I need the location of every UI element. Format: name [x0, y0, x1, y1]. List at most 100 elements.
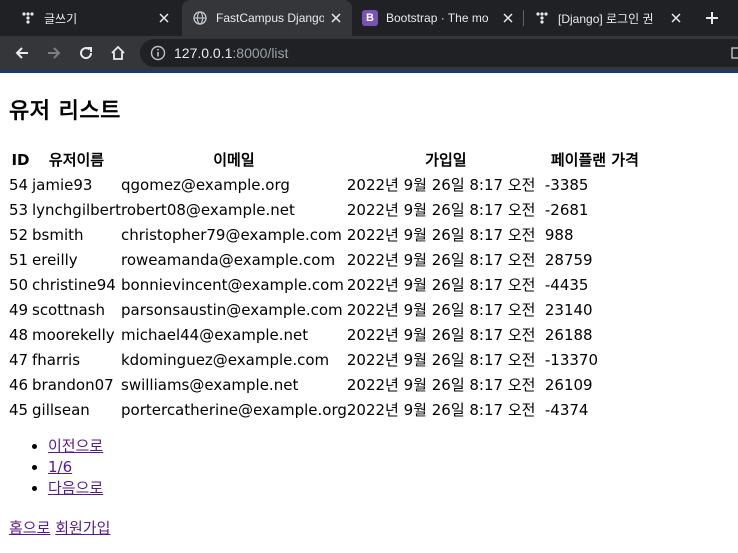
- cell-username: gillsean: [32, 400, 90, 419]
- back-button[interactable]: [10, 41, 34, 65]
- tab-separator: [523, 10, 524, 26]
- cell-username: lynchgilbert: [32, 200, 121, 219]
- user-table: ID 유저이름 이메일 가입일 페이플랜 가격 54 jamie93 qgomez@…: [9, 147, 645, 422]
- cell-username: jamie93: [32, 175, 93, 194]
- cell-id: 52: [9, 225, 29, 244]
- cell-payplan-price: 23140: [544, 300, 593, 319]
- cell-payplan-price: 26109: [544, 375, 593, 394]
- tab-django-login[interactable]: [Django] 로그인 권: [526, 0, 692, 36]
- cell-id: 47: [9, 350, 29, 369]
- cell-username: ereilly: [32, 250, 78, 269]
- cell-email: michael44@example.net: [121, 325, 309, 344]
- table-row: 54 jamie93 qgomez@example.org 2022년 9월 26일 …: [9, 172, 645, 197]
- cell-joined: 2022년 9월 26일 8:17 오전: [346, 326, 536, 344]
- table-row: 46 brandon07 swilliams@example.net 2022년 9월…: [9, 372, 645, 397]
- cell-joined: 2022년 9월 26일 8:17 오전: [346, 176, 536, 194]
- tab-write[interactable]: 글쓰기: [8, 0, 180, 36]
- install-app-icon[interactable]: [726, 41, 738, 65]
- tab-bootstrap[interactable]: B Bootstrap · The mo: [354, 0, 524, 36]
- tistory-icon: [20, 10, 36, 26]
- table-row: 52 bsmith christopher79@example.com 2022년 9…: [9, 222, 645, 247]
- tab-title: 글쓰기: [44, 11, 78, 26]
- tab-title: FastCampus Django: [216, 11, 324, 25]
- address-bar[interactable]: 127.0.0.1:8000/list: [140, 39, 738, 67]
- cell-email: qgomez@example.org: [121, 175, 290, 194]
- column-header-username: 유저이름: [48, 151, 105, 169]
- cell-payplan-price: -4374: [544, 400, 589, 419]
- reload-button[interactable]: [74, 41, 98, 65]
- url-path: :8000/list: [232, 45, 289, 61]
- close-icon[interactable]: [156, 10, 172, 26]
- current-page-link[interactable]: 1/6: [48, 458, 72, 476]
- signup-link[interactable]: 회원가입: [55, 519, 110, 537]
- cell-username: bsmith: [32, 225, 84, 244]
- home-link[interactable]: 홈으로: [9, 519, 50, 537]
- cell-email: portercatherine@example.org: [121, 400, 347, 419]
- table-row: 53 lynchgilbert robert08@example.net 2022년 …: [9, 197, 645, 222]
- footer-links: 홈으로 회원가입: [9, 517, 110, 538]
- cell-joined: 2022년 9월 26일 8:17 오전: [346, 251, 536, 269]
- table-row: 47 fharris kdominguez@example.com 2022년 9월 …: [9, 347, 645, 372]
- cell-email: bonnievincent@example.com: [121, 275, 344, 294]
- cell-id: 54: [9, 175, 29, 194]
- cell-id: 48: [9, 325, 29, 344]
- bootstrap-icon: B: [362, 10, 378, 26]
- cell-payplan-price: -3385: [544, 175, 589, 194]
- cell-joined: 2022년 9월 26일 8:17 오전: [346, 276, 536, 294]
- cell-payplan-price: 988: [544, 225, 574, 244]
- cell-email: roweamanda@example.com: [121, 250, 336, 269]
- cell-email: swilliams@example.net: [121, 375, 299, 394]
- cell-joined: 2022년 9월 26일 8:17 오전: [346, 201, 536, 219]
- new-tab-button[interactable]: [700, 6, 724, 30]
- cell-payplan-price: 28759: [544, 250, 593, 269]
- cell-payplan-price: 26188: [544, 325, 593, 344]
- cell-joined: 2022년 9월 26일 8:17 오전: [346, 226, 536, 244]
- home-button[interactable]: [106, 41, 130, 65]
- cell-username: christine94: [32, 275, 116, 294]
- cell-payplan-price: -2681: [544, 200, 589, 219]
- cell-id: 45: [9, 400, 29, 419]
- url-host: 127.0.0.1: [174, 45, 233, 61]
- pagination-item: 이전으로: [48, 436, 103, 457]
- cell-username: moorekelly: [32, 325, 115, 344]
- close-icon[interactable]: [500, 10, 516, 26]
- cell-id: 53: [9, 200, 29, 219]
- tab-fastcampus[interactable]: FastCampus Django: [182, 0, 352, 36]
- info-icon[interactable]: [150, 45, 166, 61]
- cell-email: christopher79@example.com: [121, 225, 342, 244]
- cell-payplan-price: -4435: [544, 275, 589, 294]
- cell-username: fharris: [32, 350, 81, 369]
- cell-joined: 2022년 9월 26일 8:17 오전: [346, 301, 536, 319]
- column-header-email: 이메일: [213, 151, 255, 169]
- globe-icon: [192, 10, 208, 26]
- table-header-row: ID 유저이름 이메일 가입일 페이플랜 가격: [9, 147, 645, 172]
- table-row: 45 gillsean portercatherine@example.org 202…: [9, 397, 645, 422]
- cell-payplan-price: -13370: [544, 350, 599, 369]
- cell-username: scottnash: [32, 300, 106, 319]
- table-row: 48 moorekelly michael44@example.net 2022년 9…: [9, 322, 645, 347]
- close-icon[interactable]: [668, 10, 684, 26]
- cell-joined: 2022년 9월 26일 8:17 오전: [346, 401, 536, 419]
- pagination-item: 1/6: [48, 457, 103, 478]
- cell-email: kdominguez@example.com: [121, 350, 330, 369]
- cell-id: 49: [9, 300, 29, 319]
- column-header-payplan-price: 페이플랜 가격: [550, 151, 639, 169]
- tab-title: [Django] 로그인 권: [558, 11, 654, 26]
- cell-email: robert08@example.net: [121, 200, 295, 219]
- cell-id: 50: [9, 275, 29, 294]
- table-row: 50 christine94 bonnievincent@example.com 20…: [9, 272, 645, 297]
- forward-button[interactable]: [42, 41, 66, 65]
- close-icon[interactable]: [328, 10, 344, 26]
- cell-joined: 2022년 9월 26일 8:17 오전: [346, 376, 536, 394]
- next-page-link[interactable]: 다음으로: [48, 479, 103, 497]
- pagination-item: 다음으로: [48, 478, 103, 499]
- column-header-joined: 가입일: [425, 151, 467, 169]
- table-row: 51 ereilly roweamanda@example.com 2022년 9월 …: [9, 247, 645, 272]
- pagination: 이전으로 1/6 다음으로: [9, 436, 103, 499]
- cell-joined: 2022년 9월 26일 8:17 오전: [346, 351, 536, 369]
- table-row: 49 scottnash parsonsaustin@example.com 2022…: [9, 297, 645, 322]
- cell-id: 46: [9, 375, 29, 394]
- prev-page-link[interactable]: 이전으로: [48, 437, 103, 455]
- browser-toolbar: 127.0.0.1:8000/list: [0, 36, 738, 70]
- tab-strip: 글쓰기 FastCampus Django B Bootstrap · The …: [0, 0, 738, 36]
